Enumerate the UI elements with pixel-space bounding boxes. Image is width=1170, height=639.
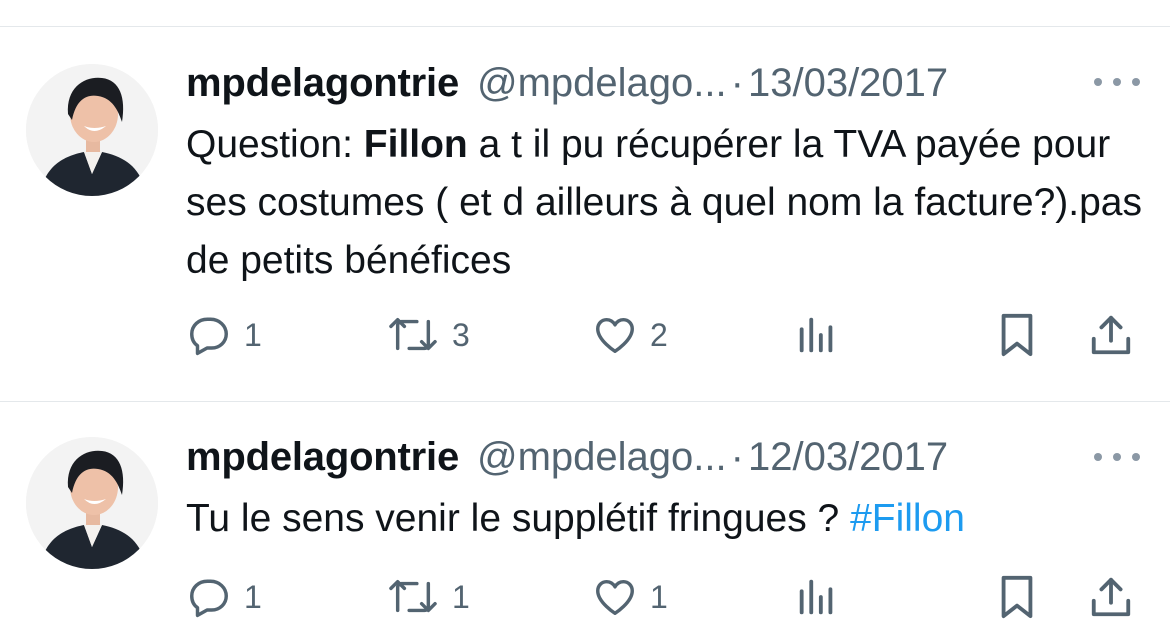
retweet-count: 1 xyxy=(452,578,470,615)
more-icon[interactable] xyxy=(1094,447,1140,467)
tweet-text: Tu le sens venir le supplétif fringues ?… xyxy=(186,490,1146,548)
separator: · xyxy=(730,435,744,479)
bookmark-icon xyxy=(1001,575,1033,619)
tweet-header: mpdelagontrie @mpdelago... · 12/03/2017 xyxy=(186,432,948,482)
hashtag-link[interactable]: #Fillon xyxy=(850,497,965,540)
reply-count: 1 xyxy=(244,578,262,615)
retweet-icon xyxy=(389,579,437,613)
share-button[interactable] xyxy=(1088,570,1134,624)
reply-button[interactable]: 1 xyxy=(186,570,262,624)
text-part: Tu le sens venir le supplétif fringues ? xyxy=(186,497,851,540)
author-handle[interactable]: @mpdelago... xyxy=(477,432,727,482)
views-icon xyxy=(799,579,833,615)
like-count: 1 xyxy=(650,578,668,615)
retweet-button[interactable]: 1 xyxy=(386,570,470,624)
reply-icon xyxy=(190,579,228,618)
bookmark-button[interactable] xyxy=(994,570,1040,624)
views-button[interactable] xyxy=(794,570,840,624)
like-icon xyxy=(596,579,634,616)
like-button[interactable]: 1 xyxy=(592,570,668,624)
tweet-date[interactable]: 12/03/2017 xyxy=(748,432,948,482)
tweet-actions: 1 1 1 xyxy=(0,570,1170,624)
share-icon xyxy=(1091,577,1131,617)
author-name[interactable]: mpdelagontrie xyxy=(186,432,459,482)
avatar[interactable] xyxy=(26,437,158,569)
tweet-2[interactable]: mpdelagontrie @mpdelago... · 12/03/2017 … xyxy=(0,0,1170,639)
